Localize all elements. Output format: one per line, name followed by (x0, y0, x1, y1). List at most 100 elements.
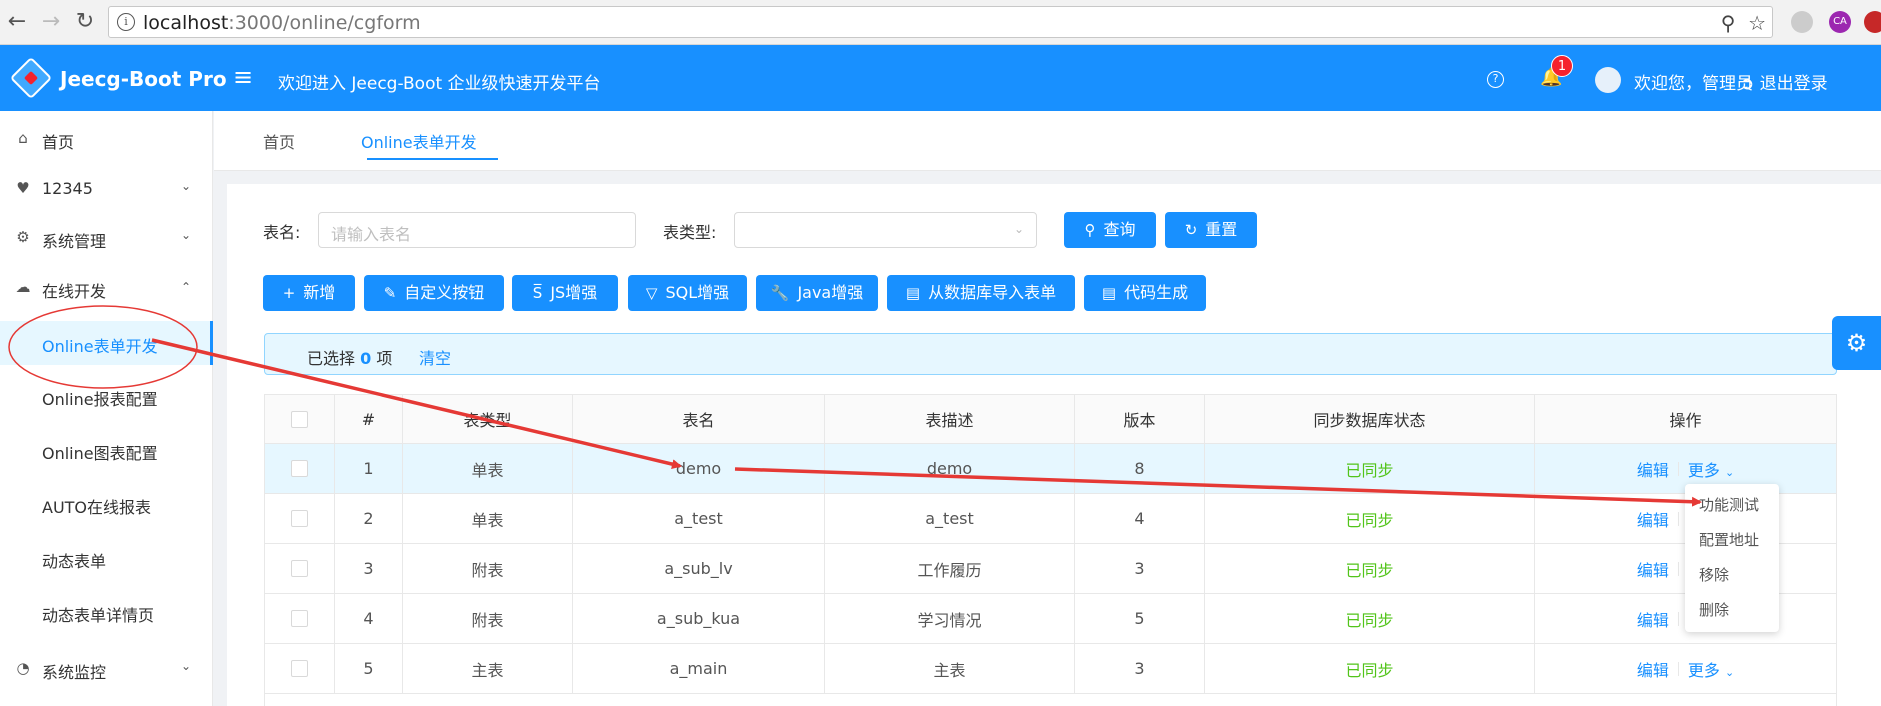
cell-version: 8 (1075, 444, 1205, 493)
add-button[interactable]: + 新增 (263, 275, 355, 311)
row-checkbox[interactable] (291, 560, 308, 577)
table-type-select[interactable]: ⌄ (734, 212, 1037, 248)
menu-item-config-address[interactable]: 配置地址 (1699, 529, 1759, 550)
custom-button-button[interactable]: ✎ 自定义按钮 (364, 275, 504, 311)
sidebar-item-dynamic-form[interactable]: 动态表单 (0, 536, 213, 580)
form-table: # 表类型 表名 表描述 版本 同步数据库状态 操作 1 单表 demo demo 8 已… (264, 394, 1837, 706)
row-checkbox-cell (265, 444, 335, 493)
sidebar-item-online-dev[interactable]: ☁ 在线开发 ⌃ (0, 266, 213, 310)
selection-suffix: 项 (376, 349, 393, 368)
action-divider (1677, 661, 1679, 676)
cell-name: demo (573, 444, 825, 493)
tab-bar: 首页 Online表单开发 (214, 111, 1881, 171)
select-all-checkbox[interactable] (291, 410, 308, 428)
query-button[interactable]: ⚲ 查询 (1064, 212, 1156, 248)
row-checkbox[interactable] (291, 610, 308, 627)
logout-button[interactable]: ➲ 退出登录 (1740, 69, 1828, 94)
reload-icon[interactable]: ↻ (72, 9, 98, 35)
extension-ca-icon[interactable]: CA (1829, 11, 1851, 33)
gear-icon: ⚙ (16, 228, 30, 246)
js-enhance-label: JS增强 (550, 283, 598, 302)
sidebar-item-auto-report[interactable]: AUTO在线报表 (0, 482, 213, 526)
menu-item-delete[interactable]: 删除 (1699, 599, 1729, 620)
edit-link[interactable]: 编辑 (1637, 607, 1669, 631)
selection-text: 已选择 0 项 (307, 345, 392, 369)
menu-item-function-test[interactable]: 功能测试 (1699, 494, 1759, 515)
sidebar-item-online-form[interactable]: Online表单开发 (0, 321, 213, 365)
sidebar-item-12345[interactable]: ♥ 12345 ⌄ (0, 167, 213, 211)
more-label: 更多 (1687, 660, 1720, 680)
user-greeting[interactable]: 欢迎您，管理员 (1634, 69, 1753, 94)
more-link[interactable]: 更多 ⌄ (1688, 457, 1734, 481)
avatar[interactable] (1595, 67, 1621, 93)
code-gen-button[interactable]: ▤ 代码生成 (1084, 275, 1206, 311)
star-icon[interactable]: ☆ (1748, 11, 1766, 35)
row-checkbox[interactable] (291, 460, 308, 477)
back-icon[interactable]: ← (4, 9, 30, 35)
js-enhance-button[interactable]: S̅ JS增强 (512, 275, 618, 311)
chevron-up-icon: ⌃ (180, 280, 191, 294)
table-name-input[interactable]: 请输入表名 (318, 212, 636, 248)
action-divider (1677, 611, 1679, 626)
wrench-icon: 🔧 (770, 284, 790, 302)
extension-icon[interactable] (1791, 11, 1813, 33)
sql-enhance-label: SQL增强 (665, 283, 730, 302)
row-checkbox[interactable] (291, 660, 308, 677)
header-checkbox-cell (265, 395, 335, 443)
import-from-db-button[interactable]: ▤ 从数据库导入表单 (887, 275, 1075, 311)
more-dropdown-menu: 功能测试 配置地址 移除 删除 (1685, 484, 1779, 632)
cell-type: 单表 (403, 494, 573, 543)
row-checkbox[interactable] (291, 510, 308, 527)
code-gen-label: 代码生成 (1124, 283, 1189, 302)
more-link[interactable]: 更多 ⌄ (1688, 657, 1734, 681)
filter-icon: ▽ (645, 284, 658, 302)
app-header: Jeecg-Boot Pro ≡ 欢迎进入 Jeecg-Boot 企业级快速开发… (0, 45, 1881, 111)
sidebar-item-label: AUTO在线报表 (42, 498, 152, 517)
edit-link[interactable]: 编辑 (1637, 457, 1669, 481)
column-header: 表类型 (403, 395, 573, 443)
cell-name: a_sub_lv (573, 544, 825, 593)
sidebar-item-dynamic-form-detail[interactable]: 动态表单详情页 (0, 590, 213, 634)
sidebar-item-online-chart[interactable]: Online图表配置 (0, 428, 213, 472)
sidebar-item-monitor[interactable]: ◔ 系统监控 ⌄ (0, 647, 213, 691)
edit-link[interactable]: 编辑 (1637, 657, 1669, 681)
sidebar-item-online-report[interactable]: Online报表配置 (0, 374, 213, 418)
sidebar-item-label: 动态表单 (42, 552, 107, 571)
java-enhance-button[interactable]: 🔧 Java增强 (756, 275, 878, 311)
chevron-down-icon: ⌄ (1724, 665, 1735, 679)
sidebar-item-label: Online报表配置 (42, 390, 158, 409)
info-icon[interactable]: i (117, 13, 135, 31)
cell-idx: 4 (335, 594, 403, 643)
cell-version: 4 (1075, 494, 1205, 543)
cell-type: 单表 (403, 444, 573, 493)
selection-prefix: 已选择 (307, 349, 356, 368)
address-bar[interactable]: i localhost:3000/online/cgform ⚲ ☆ (108, 6, 1773, 38)
menu-fold-icon[interactable]: ≡ (233, 63, 253, 91)
cell-status: 已同步 (1205, 544, 1535, 593)
column-header: # (335, 395, 403, 443)
sidebar-item-home[interactable]: ⌂ 首页 (0, 117, 213, 161)
edit-link[interactable]: 编辑 (1637, 557, 1669, 581)
menu-item-remove[interactable]: 移除 (1699, 564, 1729, 585)
extension-red-icon[interactable] (1864, 11, 1881, 33)
table-row: 2单表a_testa_test4已同步编辑更多 ⌄ (265, 494, 1836, 544)
clear-selection-link[interactable]: 清空 (419, 345, 451, 369)
sidebar-item-label: 系统监控 (42, 663, 107, 682)
edit-link[interactable]: 编辑 (1637, 507, 1669, 531)
forward-icon[interactable]: → (38, 9, 64, 35)
column-header: 同步数据库状态 (1205, 395, 1535, 443)
sql-enhance-button[interactable]: ▽ SQL增强 (628, 275, 747, 311)
logout-icon: ➲ (1740, 74, 1755, 94)
sidebar-item-system[interactable]: ⚙ 系统管理 ⌄ (0, 216, 213, 260)
query-label: 查询 (1103, 220, 1136, 239)
settings-drawer-button[interactable]: ⚙ (1832, 316, 1881, 370)
reset-button[interactable]: ↻ 重置 (1165, 212, 1257, 248)
tab-online-form[interactable]: Online表单开发 (361, 129, 477, 153)
tab-home[interactable]: 首页 (263, 129, 295, 153)
zoom-icon[interactable]: ⚲ (1721, 11, 1736, 35)
strikethrough-icon: S̅ (532, 284, 543, 302)
more-label: 更多 (1687, 460, 1720, 480)
help-icon[interactable]: ? (1487, 71, 1504, 88)
column-header: 版本 (1075, 395, 1205, 443)
cell-status: 已同步 (1205, 444, 1535, 493)
